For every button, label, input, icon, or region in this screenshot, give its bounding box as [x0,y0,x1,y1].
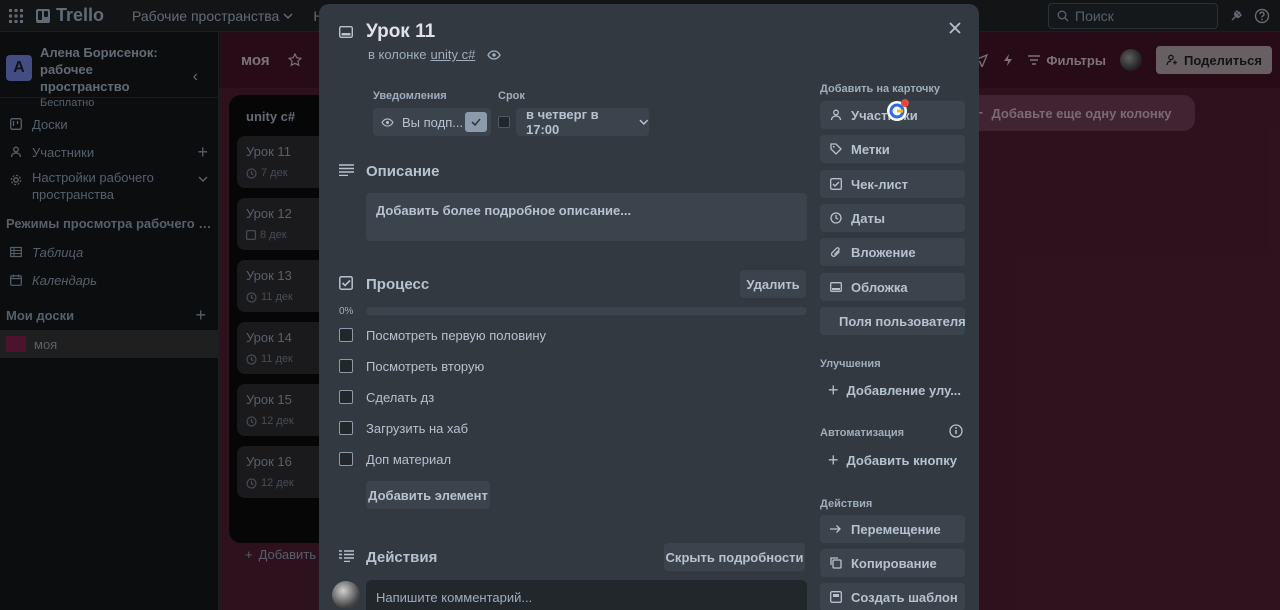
check-icon [465,112,487,132]
checklist-item-label[interactable]: Посмотреть первую половину [366,328,546,343]
card-detail-modal: Урок 11 в колонке unity c# Уведомления В… [319,4,979,610]
labels-label: Метки [851,141,890,157]
checkbox-icon [830,178,842,190]
checklist-item-checkbox[interactable] [339,452,353,466]
paperclip-icon [830,247,840,257]
move-label: Перемещение [851,521,941,537]
close-icon[interactable] [949,22,961,34]
plus-icon: + [828,379,839,400]
add-powerup-button[interactable]: + Добавление улу... [820,376,965,404]
custom-fields-label: Поля пользователя [839,313,965,329]
make-template-button[interactable]: Создать шаблон [820,583,965,610]
notification-dot [901,99,909,107]
custom-fields-button[interactable]: Поля пользователя [820,307,965,335]
plus-icon: + [828,449,839,470]
due-complete-checkbox[interactable] [498,116,510,128]
labels-button[interactable]: Метки [820,135,965,163]
activity-title: Действия [366,549,438,566]
checklist-item-label[interactable]: Посмотреть вторую [366,359,484,374]
due-date-button[interactable]: в четверг в 17:00 [516,107,649,137]
checklist-item-label[interactable]: Доп материал [366,452,451,467]
checklist-item[interactable]: Загрузить на хаб [339,418,468,438]
due-label: Срок [498,90,525,102]
due-date-value: в четверг в 17:00 [526,107,599,137]
cover-icon [830,282,842,292]
person-icon [830,109,842,121]
checklist-button[interactable]: Чек-лист [820,170,965,198]
eye-icon [381,117,394,127]
arrow-right-icon [830,525,841,533]
clock-icon [830,212,842,224]
checklist-item[interactable]: Посмотреть вторую [339,356,484,376]
checklist-title[interactable]: Процесс [366,276,429,293]
checklist-item-checkbox[interactable] [339,390,353,404]
hide-details-button[interactable]: Скрыть подробности [664,543,805,571]
chevron-down-icon [639,119,649,125]
attachment-button[interactable]: Вложение [820,238,965,266]
checklist-item[interactable]: Посмотреть первую половину [339,325,546,345]
template-icon [830,591,842,603]
checklist-item-label[interactable]: Сделать дз [366,390,434,405]
watch-button[interactable]: Вы подп... [373,108,491,136]
powerups-heading: Улучшения [820,358,881,370]
checklist-item[interactable]: Сделать дз [339,387,434,407]
column-link[interactable]: unity c# [431,47,476,62]
members-label: Участники [851,107,918,123]
notifications-label: Уведомления [373,90,447,102]
make-template-label: Создать шаблон [851,589,958,605]
attachment-label: Вложение [851,244,916,260]
description-icon [339,164,354,176]
move-button[interactable]: Перемещение [820,515,965,543]
description-editor[interactable]: Добавить более подробное описание... [366,193,807,241]
comment-input[interactable]: Напишите комментарий... [366,580,807,610]
in-column-prefix: в колонке [368,47,427,62]
cover-button[interactable]: Обложка [820,273,965,301]
card-title[interactable]: Урок 11 [366,21,435,43]
add-powerup-label: Добавление улу... [846,382,962,398]
tag-icon [830,143,842,155]
checklist-label: Чек-лист [851,176,909,192]
checklist-item-checkbox[interactable] [339,421,353,435]
watching-label: Вы подп... [402,114,464,130]
add-checklist-item-button[interactable]: Добавить элемент [366,481,490,509]
checklist-item-checkbox[interactable] [339,359,353,373]
description-title: Описание [366,163,440,180]
member-avatar-badge [887,99,909,121]
card-icon [339,26,353,38]
activity-icon [339,550,354,562]
card-location: в колонке unity c# [368,47,502,62]
checklist-item-checkbox[interactable] [339,328,353,342]
automation-heading: Автоматизация [820,427,905,439]
checklist-item[interactable]: Доп материал [339,449,451,469]
actions-heading: Действия [820,498,873,510]
checklist-icon [339,276,353,290]
progress-bar [366,307,807,315]
avatar [332,581,360,609]
cover-label: Обложка [851,279,908,295]
add-button-automation[interactable]: + Добавить кнопку [820,446,965,474]
add-automation-label: Добавить кнопку [846,452,957,468]
delete-checklist-button[interactable]: Удалить [740,270,806,298]
copy-icon [830,557,842,569]
eye-icon [487,49,502,60]
add-to-card-heading: Добавить на карточку [820,83,941,95]
copy-label: Копирование [851,555,937,571]
copy-button[interactable]: Копирование [820,549,965,577]
dates-label: Даты [851,210,885,226]
dates-button[interactable]: Даты [820,204,965,232]
info-icon[interactable] [949,424,963,438]
checklist-item-label[interactable]: Загрузить на хаб [366,421,468,436]
progress-percent: 0% [339,306,354,317]
